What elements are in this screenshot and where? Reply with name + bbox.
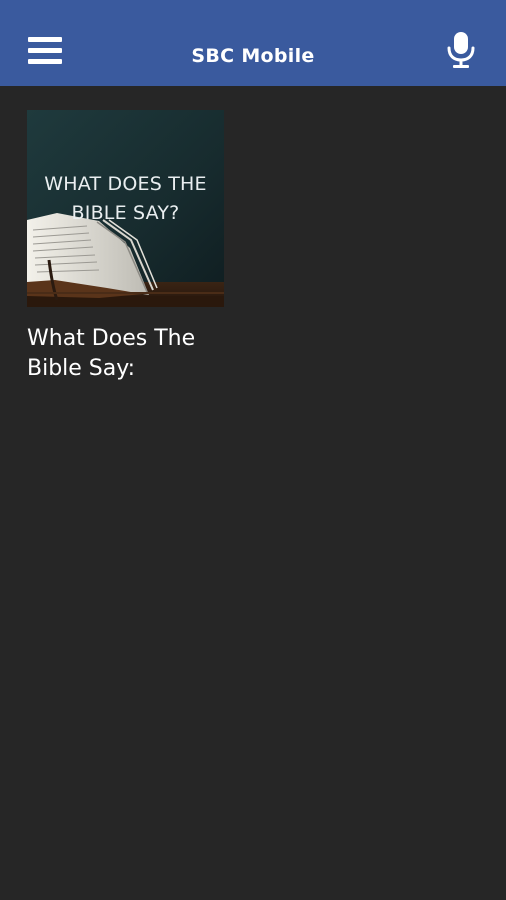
app-screen: SBC Mobile WHAT DOES THE BIBLE SAY? What… bbox=[0, 0, 506, 900]
sermon-series-thumbnail: WHAT DOES THE BIBLE SAY? bbox=[27, 110, 224, 307]
app-title: SBC Mobile bbox=[191, 45, 315, 67]
microphone-icon[interactable] bbox=[446, 31, 476, 69]
content-area: WHAT DOES THE BIBLE SAY? What Does The B… bbox=[0, 86, 506, 900]
top-app-bar: SBC Mobile bbox=[0, 0, 506, 86]
thumbnail-caption: WHAT DOES THE BIBLE SAY? bbox=[44, 173, 207, 224]
list-item[interactable]: WHAT DOES THE BIBLE SAY? What Does The B… bbox=[27, 110, 224, 384]
list-item-title: What Does The Bible Say: bbox=[27, 326, 196, 381]
